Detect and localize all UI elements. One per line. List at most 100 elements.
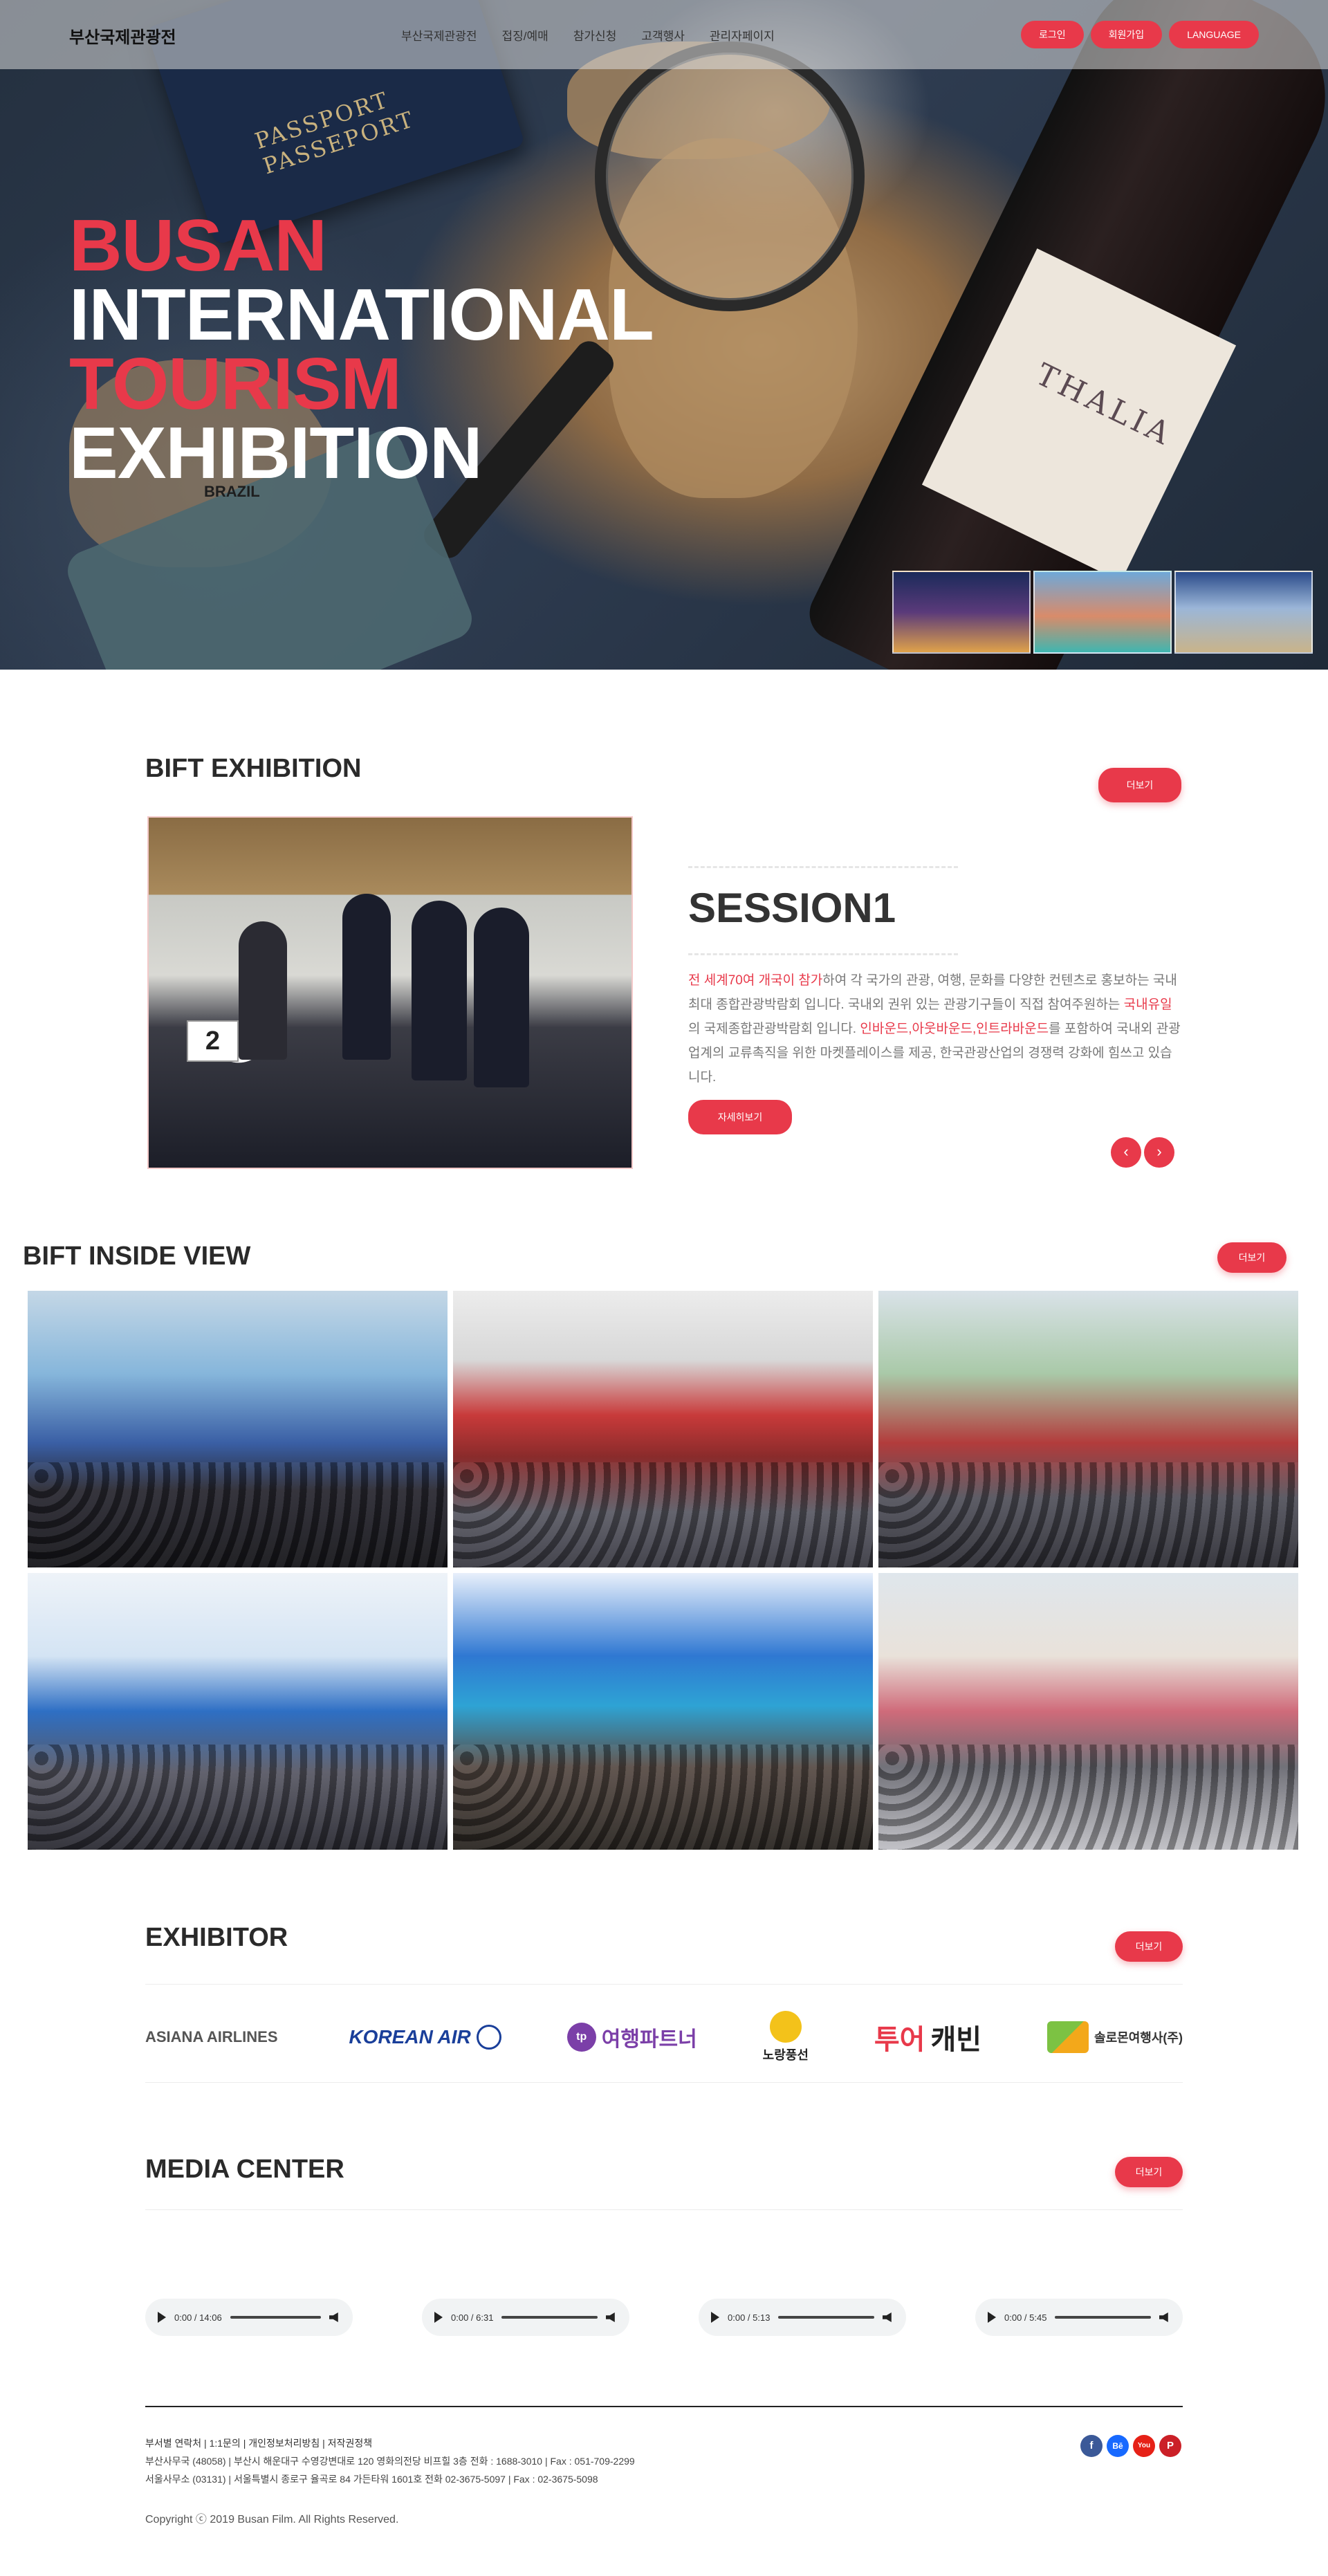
tp-logo-text: 여행파트너 xyxy=(601,2028,697,2051)
nav-item[interactable]: 고객행사 xyxy=(641,26,685,44)
table-number-card: 2 xyxy=(187,1020,239,1062)
social-links: f Bē You P xyxy=(1080,2435,1181,2457)
media-title: MEDIA CENTER xyxy=(145,2155,344,2184)
media-more-button[interactable]: 더보기 xyxy=(1115,2157,1183,2187)
slide-thumbnail[interactable] xyxy=(892,571,1031,654)
top-header: 부산국제관광전 부산국제관광전 접징/예매 참가신청 고객행사 관리자페이지 로… xyxy=(0,0,1328,69)
crowd-texture xyxy=(878,1462,1298,1567)
play-icon[interactable] xyxy=(158,2312,166,2323)
person-shape xyxy=(342,894,391,1060)
play-icon[interactable] xyxy=(434,2312,443,2323)
crowd-texture xyxy=(453,1745,873,1850)
audio-progress-bar[interactable] xyxy=(1055,2316,1151,2319)
desc-highlight: 전 세계70여 개국이 참가 xyxy=(688,973,823,988)
person-shape xyxy=(239,921,287,1060)
gallery-photo[interactable] xyxy=(453,1291,873,1567)
audio-progress-bar[interactable] xyxy=(501,2316,598,2319)
play-icon[interactable] xyxy=(711,2312,719,2323)
gallery-photo[interactable] xyxy=(453,1573,873,1850)
session-description: 전 세계70여 개국이 참가하여 각 국가의 관광, 여행, 문화를 다양한 컨… xyxy=(688,968,1183,1089)
gallery-photo[interactable] xyxy=(28,1291,448,1567)
main-nav: 부산국제관광전 접징/예매 참가신청 고객행사 관리자페이지 xyxy=(401,26,775,44)
site-logo[interactable]: 부산국제관광전 xyxy=(69,24,176,48)
footer-links[interactable]: 부서별 연락처 | 1:1문의 | 개인정보처리방침 | 저작권정책 xyxy=(145,2436,372,2450)
pinterest-icon[interactable]: P xyxy=(1159,2435,1181,2457)
tour-partner-logo[interactable]: tp 여행파트너 xyxy=(566,2022,697,2052)
desc-highlight: 인바운드,아웃바운드,인트라바운드 xyxy=(860,1022,1049,1036)
balloon-logo-text: 노랑풍선 xyxy=(762,2048,809,2062)
audio-player[interactable]: 0:00 / 5:13 xyxy=(699,2299,906,2336)
audio-time: 0:00 / 5:45 xyxy=(1004,2312,1047,2323)
youtube-icon[interactable]: You xyxy=(1133,2435,1155,2457)
audio-time: 0:00 / 5:13 xyxy=(728,2312,771,2323)
audio-time: 0:00 / 6:31 xyxy=(451,2312,494,2323)
audio-progress-bar[interactable] xyxy=(778,2316,874,2319)
crowd-texture xyxy=(28,1462,448,1567)
person-shape xyxy=(412,901,467,1080)
nav-item[interactable]: 참가신청 xyxy=(573,26,617,44)
nav-item[interactable]: 부산국제관광전 xyxy=(401,26,477,44)
hero-banner: PASSPORT PASSEPORT THALIA BRAZIL BUSAN IN… xyxy=(0,0,1328,670)
audio-time: 0:00 / 14:06 xyxy=(174,2312,222,2323)
play-icon[interactable] xyxy=(988,2312,996,2323)
login-button[interactable]: 로그인 xyxy=(1021,21,1084,48)
hero-title-line: INTERNATIONAL xyxy=(69,274,654,356)
hero-title: BUSAN INTERNATIONAL TOURISM EXHIBITION xyxy=(69,205,654,494)
exhibition-photo xyxy=(147,816,633,1169)
nav-item[interactable]: 관리자페이지 xyxy=(710,26,775,44)
tour-cabin-text: 투어 xyxy=(874,2025,925,2055)
volume-icon[interactable] xyxy=(1159,2312,1168,2322)
slide-thumbnail[interactable] xyxy=(1033,571,1172,654)
gallery-photo[interactable] xyxy=(878,1291,1298,1567)
inside-view-more-button[interactable]: 더보기 xyxy=(1217,1242,1286,1273)
exhibitor-logos: ASIANA AIRLINES KOREAN AIR tp 여행파트너 노랑풍선 … xyxy=(145,1999,1183,2075)
exhibition-title: BIFT EXHIBITION xyxy=(145,754,362,783)
tour-cabin-text: 캐빈 xyxy=(930,2025,982,2055)
gallery-photo[interactable] xyxy=(878,1573,1298,1850)
audio-players: 0:00 / 14:06 0:00 / 6:31 0:00 / 5:13 0:0… xyxy=(145,2299,1183,2336)
crowd-texture xyxy=(878,1745,1298,1850)
prev-arrow-button[interactable]: ‹ xyxy=(1111,1137,1141,1168)
language-button[interactable]: LANGUAGE xyxy=(1169,21,1259,48)
solomon-logo[interactable]: 솔로몬여행사(주) xyxy=(1047,2021,1183,2053)
next-arrow-button[interactable]: › xyxy=(1144,1137,1174,1168)
footer-address-seoul: 서울사무소 (03131) | 서울특별시 종로구 율곡로 84 가든타워 16… xyxy=(145,2474,598,2485)
divider-line xyxy=(145,2082,1183,2083)
audio-progress-bar[interactable] xyxy=(230,2316,321,2319)
divider-dashes xyxy=(688,953,958,955)
slide-thumbnails xyxy=(892,571,1313,654)
behance-icon[interactable]: Bē xyxy=(1107,2435,1129,2457)
korean-air-logo[interactable]: KOREAN AIR xyxy=(349,2025,501,2050)
signup-button[interactable]: 회원가입 xyxy=(1090,21,1163,48)
hero-title-line: BUSAN xyxy=(69,205,327,286)
hero-title-line: EXHIBITION xyxy=(69,412,483,494)
audio-player[interactable]: 0:00 / 6:31 xyxy=(422,2299,629,2336)
gallery-photo[interactable] xyxy=(28,1573,448,1850)
tour-cabin-logo[interactable]: 투어 캐빈 xyxy=(874,2017,981,2057)
audio-player[interactable]: 0:00 / 5:45 xyxy=(975,2299,1183,2336)
crowd-texture xyxy=(28,1745,448,1850)
exhibition-more-button[interactable]: 더보기 xyxy=(1098,768,1181,802)
asiana-logo[interactable]: ASIANA AIRLINES xyxy=(145,2028,284,2046)
exhibitor-more-button[interactable]: 더보기 xyxy=(1115,1931,1183,1962)
volume-icon[interactable] xyxy=(883,2312,892,2322)
yellow-balloon-logo[interactable]: 노랑풍선 xyxy=(763,2011,809,2063)
header-buttons: 로그인 회원가입 LANGUAGE xyxy=(1021,21,1259,48)
exhibitor-title: EXHIBITOR xyxy=(145,1923,288,1952)
hero-title-line: TOURISM xyxy=(69,343,402,425)
volume-icon[interactable] xyxy=(329,2312,338,2322)
divider-dashes xyxy=(688,866,958,868)
desc-highlight: 국내유일 xyxy=(1123,997,1172,1012)
detail-button[interactable]: 자세히보기 xyxy=(688,1100,792,1134)
session-title: SESSION1 xyxy=(688,885,896,931)
footer-address-busan: 부산사무국 (48058) | 부산시 해운대구 수영강변대로 120 영화의전… xyxy=(145,2456,635,2467)
facebook-icon[interactable]: f xyxy=(1080,2435,1103,2457)
solomon-logo-text: 솔로몬여행사(주) xyxy=(1094,2031,1183,2045)
footer-divider xyxy=(145,2406,1183,2407)
slide-thumbnail[interactable] xyxy=(1174,571,1313,654)
volume-icon[interactable] xyxy=(606,2312,615,2322)
audio-player[interactable]: 0:00 / 14:06 xyxy=(145,2299,353,2336)
asiana-logo-text: ASIANA AIRLINES xyxy=(145,2028,278,2045)
nav-item[interactable]: 접징/예매 xyxy=(501,26,548,44)
person-shape xyxy=(474,908,529,1087)
